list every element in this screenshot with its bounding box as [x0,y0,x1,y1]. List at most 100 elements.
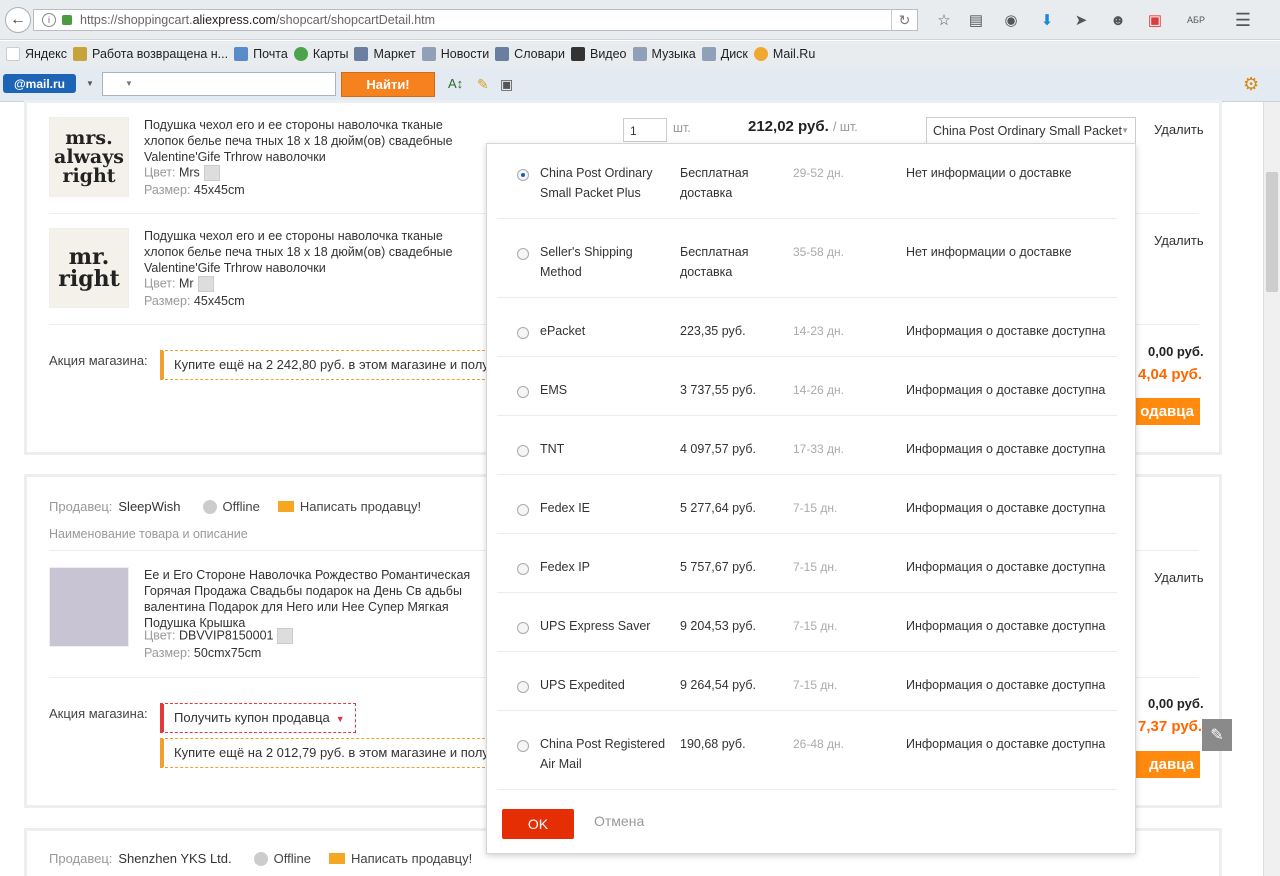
scrollbar[interactable] [1263,102,1280,876]
shipping-option[interactable]: Fedex IP 5 757,67 руб. 7-15 дн. Информац… [497,548,1117,593]
cancel-button[interactable]: Отмена [594,813,644,829]
radio[interactable] [517,681,529,693]
promo-label: Акция магазина: [49,706,148,721]
seller-name[interactable]: Shenzhen YKS Ltd. [118,851,231,866]
product-title[interactable]: Ее и Его Стороне Наволочка Рождество Ром… [144,567,484,631]
shipping-option[interactable]: UPS Expedited 9 264,54 руб. 7-15 дн. Инф… [497,666,1117,711]
highlighter-icon[interactable]: ✎ [477,76,489,93]
mailru-toolbar: @mail.ru ▼ ▼ Найти! A↕ ✎ ▣ ⚙ [0,67,1280,102]
order-from-seller-button[interactable]: одавца [1126,398,1200,425]
lock-icon [62,15,72,25]
mail-icon [234,47,249,61]
yandex-icon [6,47,20,61]
radio[interactable] [517,740,529,752]
bookmark-maps[interactable]: Карты [293,47,348,61]
chevron-down-icon: ▼ [1121,126,1129,135]
bookmark-music[interactable]: Музыка [632,47,696,61]
ok-button[interactable]: OK [502,809,574,839]
unit-price: 212,02 руб. / шт. [748,118,858,135]
delete-link[interactable]: Удалить [1154,570,1204,585]
mailru-logo[interactable]: @mail.ru [3,74,76,93]
shipping-option[interactable]: China Post Registered Air Mail 190,68 ру… [497,725,1117,790]
chevron-down-icon: ▼ [335,714,345,724]
radio[interactable] [517,445,529,457]
bookmark-disk[interactable]: Диск [701,47,748,61]
mailru-icon [753,47,768,61]
reading-list-icon[interactable]: ▤ [966,10,986,30]
chevron-down-icon[interactable]: ▼ [86,79,94,88]
seller-name[interactable]: SleepWish [118,499,180,514]
radio-selected[interactable] [517,169,529,181]
bookmark-work[interactable]: Работа возвращена н... [73,47,228,61]
bookmarks-bar: Яндекс Работа возвращена н... Почта Карт… [0,41,1280,67]
shipping-option[interactable]: Fedex IE 5 277,64 руб. 7-15 дн. Информац… [497,489,1117,534]
market-icon [354,47,369,61]
info-icon[interactable]: i [42,13,56,27]
pocket-icon[interactable]: ◉ [1001,10,1021,30]
product-title[interactable]: Подушка чехол его и ее стороны наволочка… [144,228,484,276]
radio[interactable] [517,563,529,575]
dictionary-icon [495,47,510,61]
star-icon[interactable]: ☆ [934,10,954,30]
shipping-option[interactable]: TNT 4 097,57 руб. 17-33 дн. Информация о… [497,430,1117,475]
bookmark-video[interactable]: Видео [570,47,627,61]
radio[interactable] [517,504,529,516]
address-bar[interactable]: i https://shoppingcart.aliexpress.com/sh… [33,9,918,31]
bookmark-mail[interactable]: Почта [234,47,288,61]
abp-icon[interactable]: АБР [1180,10,1212,30]
order-from-seller-button[interactable]: давца [1126,751,1200,778]
bookmark-dictionaries[interactable]: Словари [495,47,565,61]
offline-icon [253,851,268,866]
shipping-total: 0,00 руб. [1148,696,1204,711]
bookmark-market[interactable]: Маркет [354,47,416,61]
shipping-option[interactable]: Seller's Shipping Method Бесплатная дост… [497,233,1117,298]
seller-info: Продавец: SleepWish Offline Написать прод… [49,499,422,514]
delete-link[interactable]: Удалить [1154,122,1204,137]
music-icon [632,47,647,61]
mailru-search-input[interactable]: ▼ [102,72,336,96]
promo-discount: Купите ещё на 2 242,80 руб. в этом магаз… [160,350,490,380]
product-size: Размер: 50cmx75cm [144,646,262,660]
url-text: https://shoppingcart.aliexpress.com/shop… [80,13,436,27]
radio[interactable] [517,386,529,398]
bookmark-yandex[interactable]: Яндекс [6,47,67,61]
product-image[interactable]: mr. right [49,228,129,308]
download-icon[interactable]: ⬇ [1037,10,1057,30]
color-swatch [277,628,294,644]
delete-link[interactable]: Удалить [1154,233,1204,248]
product-title[interactable]: Подушка чехол его и ее стороны наволочка… [144,117,484,165]
radio[interactable] [517,622,529,634]
chat-icon[interactable]: ☻ [1108,10,1128,30]
quantity-input[interactable]: 1 [623,118,667,142]
shipping-option[interactable]: China Post Ordinary Small Packet Plus Бе… [497,154,1117,219]
order-total: 7,37 руб. [1138,718,1203,735]
radio[interactable] [517,248,529,260]
seller-info: Продавец: Shenzhen YKS Ltd. Offline Напис… [49,851,473,866]
bookmark-news[interactable]: Новости [421,47,489,61]
pencil-icon[interactable]: ✎ [1202,719,1232,751]
maps-icon [293,47,308,61]
get-coupon-dropdown[interactable]: Получить купон продавца ▼ [160,703,356,733]
shipping-option[interactable]: ePacket 223,35 руб. 14-23 дн. Информация… [497,312,1117,357]
mailru-search-button[interactable]: Найти! [341,72,435,97]
contact-seller-link[interactable]: Написать продавцу! [300,499,421,514]
shipping-option[interactable]: UPS Express Saver 9 204,53 руб. 7-15 дн.… [497,607,1117,652]
translate-icon[interactable]: A↕ [448,76,463,91]
radio[interactable] [517,327,529,339]
settings-gear-icon[interactable]: ⚙ [1243,74,1259,95]
shipping-method-select[interactable]: China Post Ordinary Small Packet ▼ [926,117,1136,144]
reload-icon[interactable]: ↻ [891,10,917,30]
product-image[interactable] [49,567,129,647]
cart-icon[interactable]: ▣ [1145,10,1165,30]
send-icon[interactable]: ➤ [1071,10,1091,30]
offline-icon [202,499,217,514]
screenshot-icon[interactable]: ▣ [500,76,513,93]
back-arrow-icon[interactable]: ← [5,7,31,33]
shipping-option[interactable]: EMS 3 737,55 руб. 14-26 дн. Информация о… [497,371,1117,416]
scrollbar-thumb[interactable] [1266,172,1278,292]
contact-seller-link[interactable]: Написать продавцу! [351,851,472,866]
product-color: Цвет: Mr [144,276,214,292]
product-image[interactable]: mrs. always right [49,117,129,197]
bookmark-mailru[interactable]: Mail.Ru [753,47,815,61]
menu-icon[interactable]: ☰ [1233,10,1253,30]
